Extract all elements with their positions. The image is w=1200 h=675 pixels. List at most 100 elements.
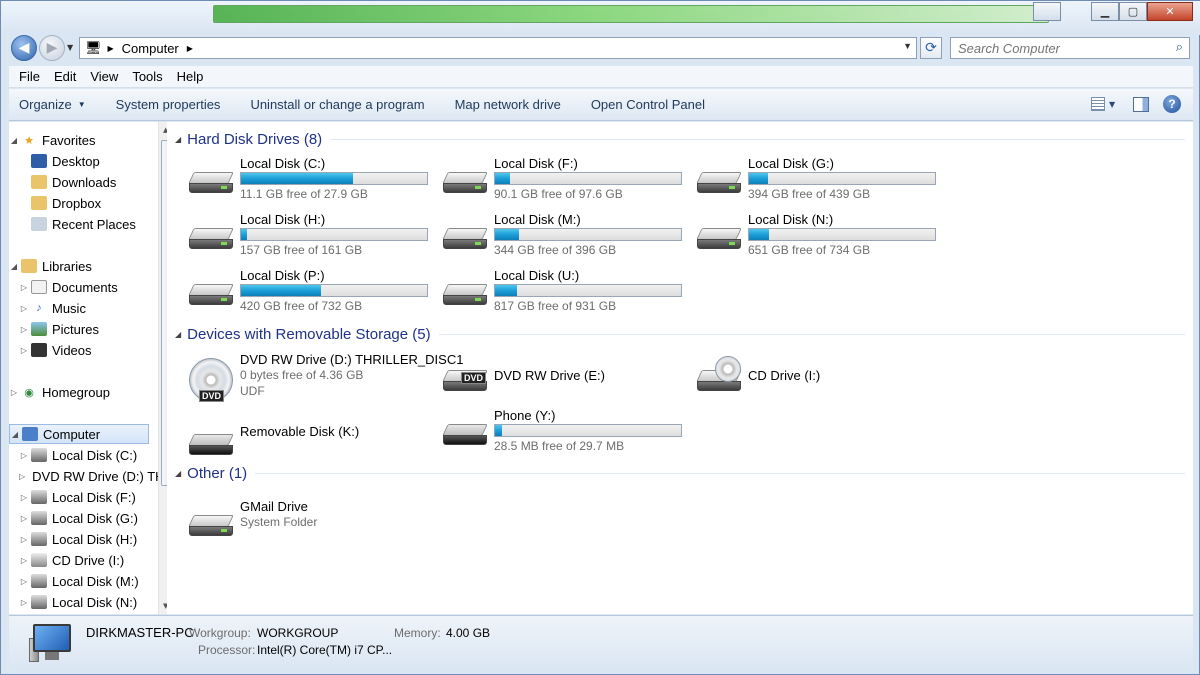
minimize-button[interactable]: ▁ (1091, 2, 1119, 21)
drive-tile-hard-disk[interactable]: Local Disk (P:) 420 GB free of 732 GB (187, 268, 437, 320)
help-button[interactable]: ? (1163, 95, 1181, 113)
menu-view[interactable]: View (83, 69, 125, 84)
nav-label: Downloads (52, 174, 117, 190)
maximize-button[interactable]: ▢ (1119, 2, 1147, 21)
nav-label: CD Drive (I:) (52, 552, 125, 568)
expand-arrow-icon[interactable]: ▷ (19, 535, 29, 544)
menu-help[interactable]: Help (170, 69, 211, 84)
collapse-group-icon[interactable]: ◢ (175, 469, 181, 478)
system-properties-button[interactable]: System properties (116, 97, 221, 112)
expand-arrow-icon[interactable]: ▷ (19, 451, 29, 460)
drive-tile-cd-i[interactable]: CD Drive (I:) (695, 352, 945, 404)
nav-item-pictures[interactable]: ▷ Pictures (19, 319, 159, 339)
nav-label: Local Disk (G:) (52, 510, 138, 526)
uninstall-program-button[interactable]: Uninstall or change a program (250, 97, 424, 112)
organize-label: Organize (19, 97, 72, 112)
menu-edit[interactable]: Edit (47, 69, 83, 84)
drive-tile-hard-disk[interactable]: Local Disk (U:) 817 GB free of 931 GB (441, 268, 691, 320)
expand-arrow-icon[interactable]: ▷ (19, 514, 29, 523)
drive-tile-hard-disk[interactable]: Local Disk (C:) 11.1 GB free of 27.9 GB (187, 156, 437, 208)
expand-arrow-icon[interactable]: ▷ (19, 283, 29, 292)
nav-item-downloads[interactable]: Downloads (29, 172, 169, 192)
nav-label: Favorites (42, 132, 96, 148)
drive-tile-hard-disk[interactable]: Local Disk (N:) 651 GB free of 734 GB (695, 212, 945, 264)
back-button[interactable]: ◀ (11, 35, 37, 61)
expand-arrow-icon[interactable]: ▷ (19, 493, 29, 502)
expand-arrow-icon[interactable]: ▷ (19, 304, 29, 313)
nav-favorites[interactable]: ◢ ★ Favorites (9, 130, 149, 150)
breadcrumb-chevron-icon[interactable]: ▶ (108, 44, 114, 53)
open-control-panel-button[interactable]: Open Control Panel (591, 97, 705, 112)
preview-pane-button[interactable] (1133, 96, 1149, 112)
nav-item-drive-g[interactable]: ▷ Local Disk (G:) (19, 508, 159, 528)
recent-pages-dropdown[interactable]: ▼ (67, 43, 73, 52)
drive-tile-hard-disk[interactable]: Local Disk (H:) 157 GB free of 161 GB (187, 212, 437, 264)
menu-file[interactable]: File (12, 69, 47, 84)
breadcrumb-computer[interactable]: Computer (122, 41, 179, 56)
expand-arrow-icon[interactable]: ▷ (19, 556, 29, 565)
drive-name: DVD RW Drive (D:) THRILLER_DISC1 (240, 352, 464, 367)
removable-disk-icon (187, 430, 235, 460)
collapse-group-icon[interactable]: ◢ (175, 330, 181, 339)
nav-item-drive-c[interactable]: ▷ Local Disk (C:) (19, 445, 159, 465)
expand-arrow-icon[interactable]: ▷ (19, 346, 29, 355)
drive-tile-dvd-d[interactable]: DVD DVD RW Drive (D:) THRILLER_DISC1 0 b… (187, 352, 463, 404)
star-icon: ★ (24, 134, 34, 147)
drive-tile-gmail[interactable]: GMail Drive System Folder (187, 499, 437, 551)
expand-arrow-icon[interactable]: ▷ (19, 598, 29, 607)
nav-item-drive-f[interactable]: ▷ Local Disk (F:) (19, 487, 159, 507)
usage-bar-fill (749, 173, 768, 184)
group-header-hard-disks[interactable]: ◢ Hard Disk Drives (8) (175, 131, 1185, 148)
drive-tile-dvd-e[interactable]: DVD DVD RW Drive (E:) (441, 352, 691, 404)
search-input[interactable] (951, 40, 1161, 56)
drive-name: Local Disk (H:) (240, 212, 326, 227)
map-network-drive-button[interactable]: Map network drive (455, 97, 561, 112)
content-pane: ◢ Hard Disk Drives (8) Local Disk (C:) 11.… (167, 122, 1193, 614)
group-header-other[interactable]: ◢ Other (1) (175, 465, 1185, 482)
nav-item-music[interactable]: ▷ ♪ Music (19, 298, 159, 318)
nav-item-recent-places[interactable]: Recent Places (29, 214, 169, 234)
expand-arrow-icon[interactable]: ▷ (19, 472, 25, 481)
expand-arrow-icon[interactable]: ▷ (9, 388, 19, 397)
menu-bar: File Edit View Tools Help (9, 66, 1193, 88)
nav-homegroup[interactable]: ▷ ◉ Homegroup (9, 382, 149, 402)
group-header-removable[interactable]: ◢ Devices with Removable Storage (5) (175, 326, 1185, 343)
collapse-arrow-icon[interactable]: ◢ (9, 136, 19, 145)
collapse-arrow-icon[interactable]: ◢ (9, 262, 19, 271)
forward-button[interactable]: ▶ (39, 35, 65, 61)
drive-tile-hard-disk[interactable]: Local Disk (G:) 394 GB free of 439 GB (695, 156, 945, 208)
collapse-group-icon[interactable]: ◢ (175, 135, 181, 144)
change-view-button[interactable]: ▼ (1091, 95, 1119, 113)
nav-item-drive-d[interactable]: ▷ DVD RW Drive (D:) THRILLER_DISC1 (19, 466, 159, 486)
nav-item-drive-h[interactable]: ▷ Local Disk (H:) (19, 529, 159, 549)
nav-item-desktop[interactable]: Desktop (29, 151, 169, 171)
breadcrumb-chevron-icon[interactable]: ▶ (187, 44, 193, 53)
drive-tile-phone-y[interactable]: Phone (Y:) 28.5 MB free of 29.7 MB (441, 408, 691, 460)
nav-item-drive-i[interactable]: ▷ CD Drive (I:) (19, 550, 159, 570)
address-dropdown-icon[interactable]: ▼ (903, 41, 912, 51)
refresh-button[interactable]: ⟳ (920, 37, 942, 59)
close-button[interactable]: ✕ (1147, 2, 1193, 21)
nav-item-videos[interactable]: ▷ Videos (19, 340, 159, 360)
nav-item-documents[interactable]: ▷ Documents (19, 277, 159, 297)
search-icon[interactable]: ⌕ (1176, 40, 1183, 55)
expand-arrow-icon[interactable]: ▷ (19, 325, 29, 334)
nav-item-drive-n[interactable]: ▷ Local Disk (N:) (19, 592, 159, 612)
search-box[interactable]: ⌕ (950, 37, 1190, 59)
menu-tools[interactable]: Tools (125, 69, 169, 84)
usage-bar-fill (495, 229, 520, 240)
drive-tile-hard-disk[interactable]: Local Disk (M:) 344 GB free of 396 GB (441, 212, 691, 264)
nav-item-drive-m[interactable]: ▷ Local Disk (M:) (19, 571, 159, 591)
restore-side-icon[interactable] (1033, 2, 1061, 21)
nav-libraries[interactable]: ◢ Libraries (9, 256, 149, 276)
address-bar[interactable]: 🖥 ▶ Computer ▶ ▼ (79, 37, 917, 59)
nav-item-dropbox[interactable]: Dropbox (29, 193, 169, 213)
drive-tile-hard-disk[interactable]: Local Disk (F:) 90.1 GB free of 97.6 GB (441, 156, 691, 208)
navigation-pane: ◢ ★ Favorites Desktop Downloads Dropbox Re… (9, 122, 175, 614)
drive-free-space: 28.5 MB free of 29.7 MB (494, 439, 625, 453)
collapse-arrow-icon[interactable]: ◢ (10, 430, 20, 439)
usage-bar (494, 228, 682, 241)
expand-arrow-icon[interactable]: ▷ (19, 577, 29, 586)
nav-computer[interactable]: ◢ Computer (9, 424, 149, 444)
organize-button[interactable]: Organize ▼ (19, 97, 86, 112)
